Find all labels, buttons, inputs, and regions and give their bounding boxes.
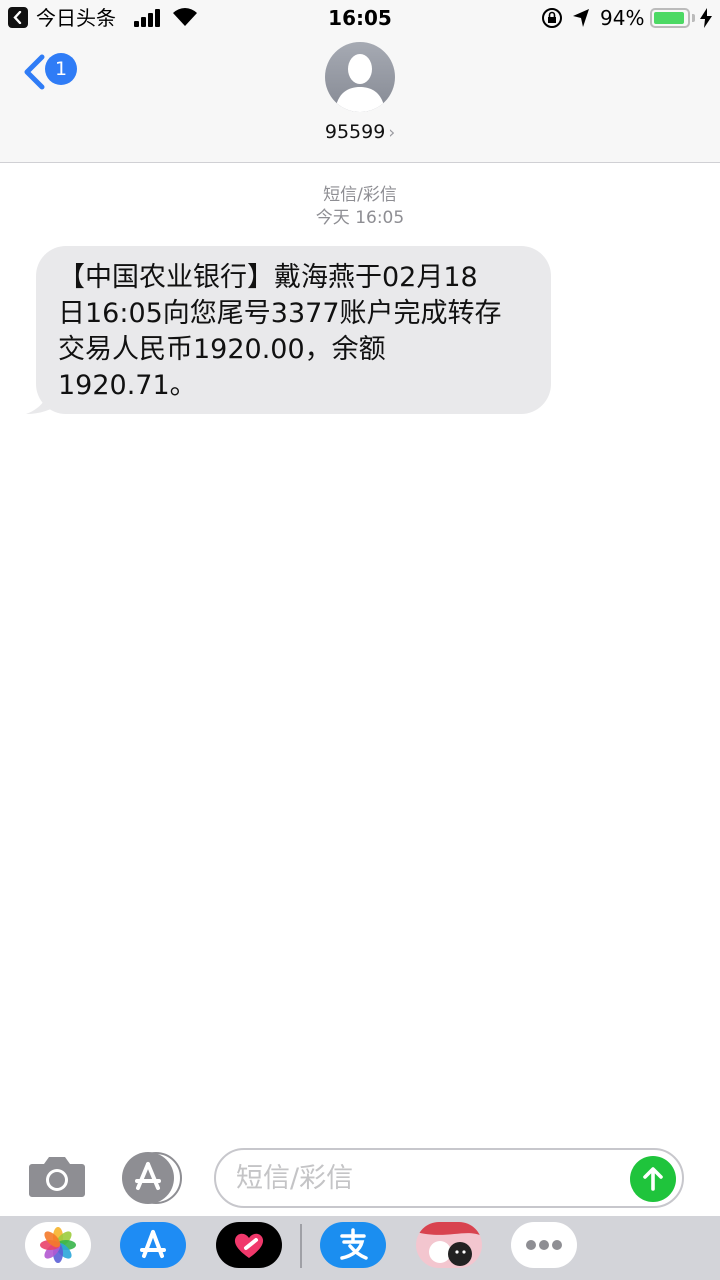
arrow-up-icon — [643, 1167, 663, 1191]
contact-name-row[interactable]: 95599 › — [0, 120, 720, 145]
battery-tip — [692, 14, 695, 22]
sticker-app-icon[interactable] — [416, 1222, 482, 1268]
battery-icon — [650, 8, 690, 28]
message-line: 交易人民币1920.00，余额 — [58, 334, 386, 365]
more-apps-icon[interactable] — [511, 1222, 577, 1268]
location-icon — [573, 9, 589, 27]
unread-count-badge[interactable]: 1 — [45, 53, 77, 85]
charging-icon — [700, 8, 712, 28]
app-drawer-divider — [300, 1224, 302, 1268]
alipay-app-icon[interactable] — [320, 1222, 386, 1268]
app-store-app-icon[interactable] — [120, 1222, 186, 1268]
photos-app-icon[interactable] — [25, 1222, 91, 1268]
contact-name: 95599 — [324, 121, 386, 143]
message-input[interactable] — [236, 1160, 616, 1196]
camera-icon[interactable] — [28, 1154, 86, 1198]
rotation-lock-icon — [542, 8, 562, 28]
back-chevron-icon[interactable] — [22, 54, 48, 90]
contact-details-chevron-icon: › — [388, 123, 396, 143]
message-input-container[interactable] — [214, 1148, 684, 1208]
digital-touch-app-icon[interactable] — [216, 1222, 282, 1268]
app-store-icon — [135, 1162, 161, 1190]
contact-avatar[interactable] — [325, 42, 395, 112]
message-line: 日16:05向您尾号3377账户完成转存 — [58, 298, 502, 329]
person-silhouette-icon — [335, 54, 385, 112]
send-button[interactable] — [630, 1156, 676, 1202]
status-bar: 今日头条 16:05 94% — [0, 0, 720, 36]
message-timestamp: 今天 16:05 — [315, 208, 405, 228]
message-line: 1920.71。 — [58, 370, 197, 401]
service-label: 短信/彩信 — [323, 185, 397, 205]
message-line: 【中国农业银行】戴海燕于02月18 — [58, 262, 478, 293]
battery-percent: 94% — [600, 6, 645, 30]
app-store-button[interactable] — [122, 1152, 174, 1204]
conversation-header: 1 95599 › — [0, 36, 720, 163]
incoming-message-bubble[interactable]: 【中国农业银行】戴海燕于02月18 日16:05向您尾号3377账户完成转存 交… — [36, 246, 551, 414]
